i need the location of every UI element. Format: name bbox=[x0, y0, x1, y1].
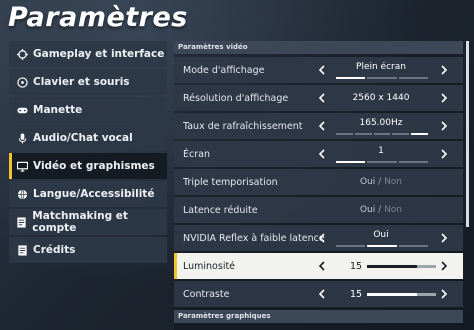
setting-value: Oui bbox=[373, 230, 389, 240]
section-header: Paramètres vidéo bbox=[174, 41, 463, 54]
sidebar-item-label: Manette bbox=[33, 104, 83, 116]
setting-label: NVIDIA Reflex à faible latence bbox=[183, 232, 325, 244]
setting-label: Luminosité bbox=[183, 260, 236, 272]
sidebar-item-label: Vidéo et graphismes bbox=[33, 160, 155, 172]
slider-fill bbox=[367, 265, 417, 268]
setting-row-reduced-latency[interactable]: Latence réduite Oui / Non bbox=[174, 197, 463, 223]
brightness-slider[interactable] bbox=[367, 265, 436, 268]
crosshair-icon bbox=[16, 48, 28, 60]
option-indicator bbox=[336, 133, 428, 135]
setting-row-refresh-rate[interactable]: Taux de rafraîchissement 165.00Hz bbox=[174, 113, 463, 139]
sidebar: Gameplay et interface Clavier et souris … bbox=[9, 41, 167, 265]
setting-label: Latence réduite bbox=[183, 204, 258, 216]
toggle-separator: / bbox=[378, 205, 382, 215]
globe-icon bbox=[16, 188, 28, 200]
sidebar-item-label: Gameplay et interface bbox=[33, 48, 165, 60]
setting-value: 2560 x 1440 bbox=[352, 93, 410, 103]
chevron-left-icon[interactable] bbox=[316, 91, 326, 105]
sidebar-item-label: Audio/Chat vocal bbox=[33, 132, 133, 144]
toggle-value: Oui / Non bbox=[329, 177, 433, 187]
toggle-separator: / bbox=[378, 177, 382, 187]
document-icon bbox=[16, 244, 28, 256]
toggle-off-label: Non bbox=[384, 177, 403, 187]
setting-row-display-mode[interactable]: Mode d'affichage Plein écran bbox=[174, 57, 463, 83]
sidebar-item-language[interactable]: Langue/Accessibilité bbox=[9, 181, 167, 207]
sidebar-item-label: Matchmaking et compte bbox=[32, 210, 128, 234]
section-header: Paramètres graphiques bbox=[174, 310, 463, 323]
slider-value: 15 bbox=[350, 261, 363, 272]
setting-value: Plein écran bbox=[356, 62, 406, 72]
toggle-off-label: Non bbox=[384, 205, 403, 215]
setting-label: Écran bbox=[183, 148, 210, 160]
option-indicator bbox=[336, 77, 428, 79]
toggle-value: Oui / Non bbox=[329, 205, 433, 215]
sidebar-item-controller[interactable]: Manette bbox=[9, 97, 167, 123]
page-title: Paramètres bbox=[8, 2, 188, 33]
document-icon bbox=[16, 216, 27, 228]
sidebar-item-video[interactable]: Vidéo et graphismes bbox=[9, 153, 167, 179]
chevron-left-icon[interactable] bbox=[316, 147, 326, 161]
setting-row-brightness[interactable]: Luminosité 15 bbox=[174, 253, 463, 279]
monitor-icon bbox=[16, 160, 28, 172]
video-settings-panel: Paramètres vidéo Mode d'affichage Plein … bbox=[174, 41, 463, 330]
setting-label: Contraste bbox=[183, 288, 230, 300]
setting-label: Résolution d'affichage bbox=[183, 92, 289, 104]
chevron-left-icon[interactable] bbox=[316, 287, 326, 301]
option-indicator bbox=[336, 245, 428, 247]
chevron-right-icon[interactable] bbox=[439, 259, 449, 273]
setting-row-nvidia-reflex[interactable]: NVIDIA Reflex à faible latence Oui bbox=[174, 225, 463, 251]
setting-label: Taux de rafraîchissement bbox=[183, 120, 303, 132]
setting-row-resolution[interactable]: Résolution d'affichage 2560 x 1440 bbox=[174, 85, 463, 111]
chevron-right-icon[interactable] bbox=[439, 91, 449, 105]
scrollbar[interactable] bbox=[466, 41, 469, 227]
setting-row-screen[interactable]: Écran 1 bbox=[174, 141, 463, 167]
sidebar-item-audio[interactable]: Audio/Chat vocal bbox=[9, 125, 167, 151]
sidebar-item-gameplay[interactable]: Gameplay et interface bbox=[9, 41, 167, 67]
setting-label: Mode d'affichage bbox=[183, 64, 265, 76]
slider-fill bbox=[367, 293, 417, 296]
toggle-on-label: Oui bbox=[359, 177, 376, 187]
chevron-left-icon[interactable] bbox=[316, 259, 326, 273]
chevron-left-icon[interactable] bbox=[316, 231, 326, 245]
slider-value: 15 bbox=[350, 289, 363, 300]
toggle-on-label: Oui bbox=[359, 205, 376, 215]
contrast-slider[interactable] bbox=[367, 293, 436, 296]
mouse-icon bbox=[16, 76, 28, 88]
sidebar-item-label: Langue/Accessibilité bbox=[33, 188, 155, 200]
sidebar-item-matchmaking[interactable]: Matchmaking et compte bbox=[9, 209, 167, 235]
sidebar-item-credits[interactable]: Crédits bbox=[9, 237, 167, 263]
chevron-left-icon[interactable] bbox=[316, 119, 326, 133]
sidebar-item-label: Crédits bbox=[33, 244, 76, 256]
chevron-right-icon[interactable] bbox=[439, 63, 449, 77]
chevron-right-icon[interactable] bbox=[439, 231, 449, 245]
chevron-right-icon[interactable] bbox=[439, 119, 449, 133]
setting-label: Triple temporisation bbox=[183, 176, 278, 188]
sidebar-item-keyboard-mouse[interactable]: Clavier et souris bbox=[9, 69, 167, 95]
setting-row-triple-buffering[interactable]: Triple temporisation Oui / Non bbox=[174, 169, 463, 195]
option-indicator bbox=[336, 161, 428, 163]
setting-row-contrast[interactable]: Contraste 15 bbox=[174, 281, 463, 307]
chevron-right-icon[interactable] bbox=[439, 287, 449, 301]
chevron-left-icon[interactable] bbox=[316, 63, 326, 77]
setting-value: 1 bbox=[378, 146, 384, 156]
setting-value: 165.00Hz bbox=[359, 118, 403, 128]
sidebar-item-label: Clavier et souris bbox=[33, 76, 130, 88]
microphone-icon bbox=[16, 132, 28, 144]
chevron-right-icon[interactable] bbox=[439, 147, 449, 161]
gamepad-icon bbox=[16, 104, 28, 116]
